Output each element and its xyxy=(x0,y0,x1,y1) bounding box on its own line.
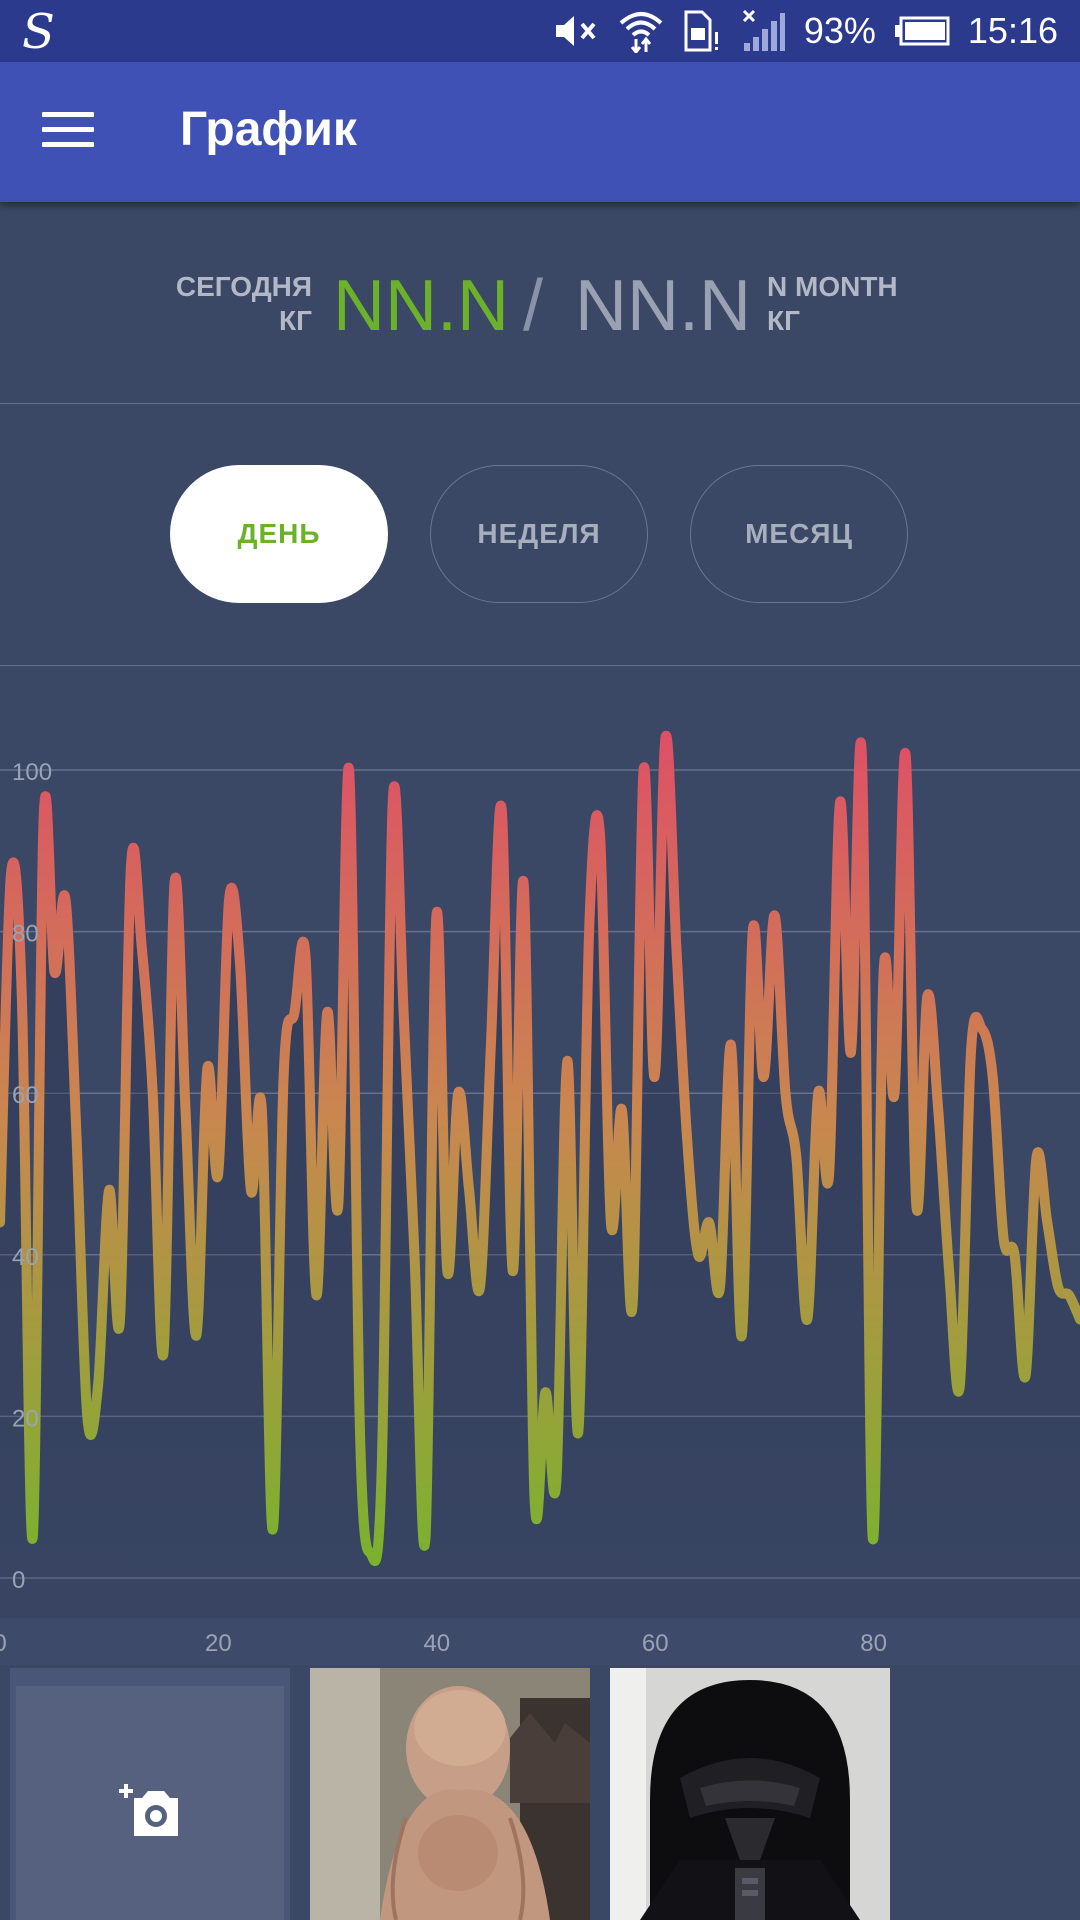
photo-creature[interactable] xyxy=(310,1668,590,1920)
today-weight-value: NN.N xyxy=(333,266,509,346)
x-tick-label: 0 xyxy=(0,1630,7,1657)
battery-percent: 93% xyxy=(803,10,876,51)
sim-card-icon xyxy=(682,9,722,53)
target-label: N MONTH КГ xyxy=(767,271,898,336)
x-tick-label: 20 xyxy=(205,1630,232,1657)
photo-helmet-figure[interactable] xyxy=(610,1668,890,1920)
divider xyxy=(0,403,1080,404)
x-tick-label: 80 xyxy=(860,1630,887,1657)
wifi-icon xyxy=(618,9,664,53)
y-tick-label: 60 xyxy=(12,1082,39,1109)
clock: 15:16 xyxy=(967,10,1058,51)
s-logo-icon: S xyxy=(22,4,55,60)
page-title: График xyxy=(180,103,357,156)
app-bar: График xyxy=(0,62,1080,202)
mute-icon xyxy=(552,9,600,53)
hamburger-menu-icon[interactable] xyxy=(42,112,94,152)
y-tick-label: 20 xyxy=(12,1405,39,1432)
x-tick-label: 40 xyxy=(423,1630,450,1657)
tab-month[interactable]: МЕСЯЦ xyxy=(690,465,908,603)
y-tick-label: 0 xyxy=(12,1567,25,1594)
weight-summary: СЕГОДНЯ КГ NN.N / NN.N N MONTH КГ xyxy=(0,202,1080,404)
weight-line-chart: 0 20 40 60 80 100 0 20 40 60 80 xyxy=(0,730,1080,1665)
tab-day[interactable]: ДЕНЬ xyxy=(170,465,388,603)
add-photo-camera-icon xyxy=(119,1784,178,1836)
y-tick-label: 100 xyxy=(12,759,52,786)
tab-week[interactable]: НЕДЕЛЯ xyxy=(430,465,648,603)
signal-icon xyxy=(740,9,786,53)
y-tick-label: 80 xyxy=(12,921,39,948)
target-weight-value: NN.N xyxy=(575,266,751,346)
photo-creature-image xyxy=(310,1668,590,1920)
y-tick-label: 40 xyxy=(12,1244,39,1271)
photo-helmet-image xyxy=(610,1668,890,1920)
x-tick-label: 60 xyxy=(642,1630,669,1657)
x-axis-band xyxy=(0,1618,1080,1665)
status-bar: S 93% 15:16 xyxy=(0,0,1080,62)
battery-icon xyxy=(894,9,950,53)
value-separator: / xyxy=(523,266,544,346)
add-photo-button[interactable] xyxy=(10,1668,290,1920)
today-label: СЕГОДНЯ КГ xyxy=(175,271,312,336)
